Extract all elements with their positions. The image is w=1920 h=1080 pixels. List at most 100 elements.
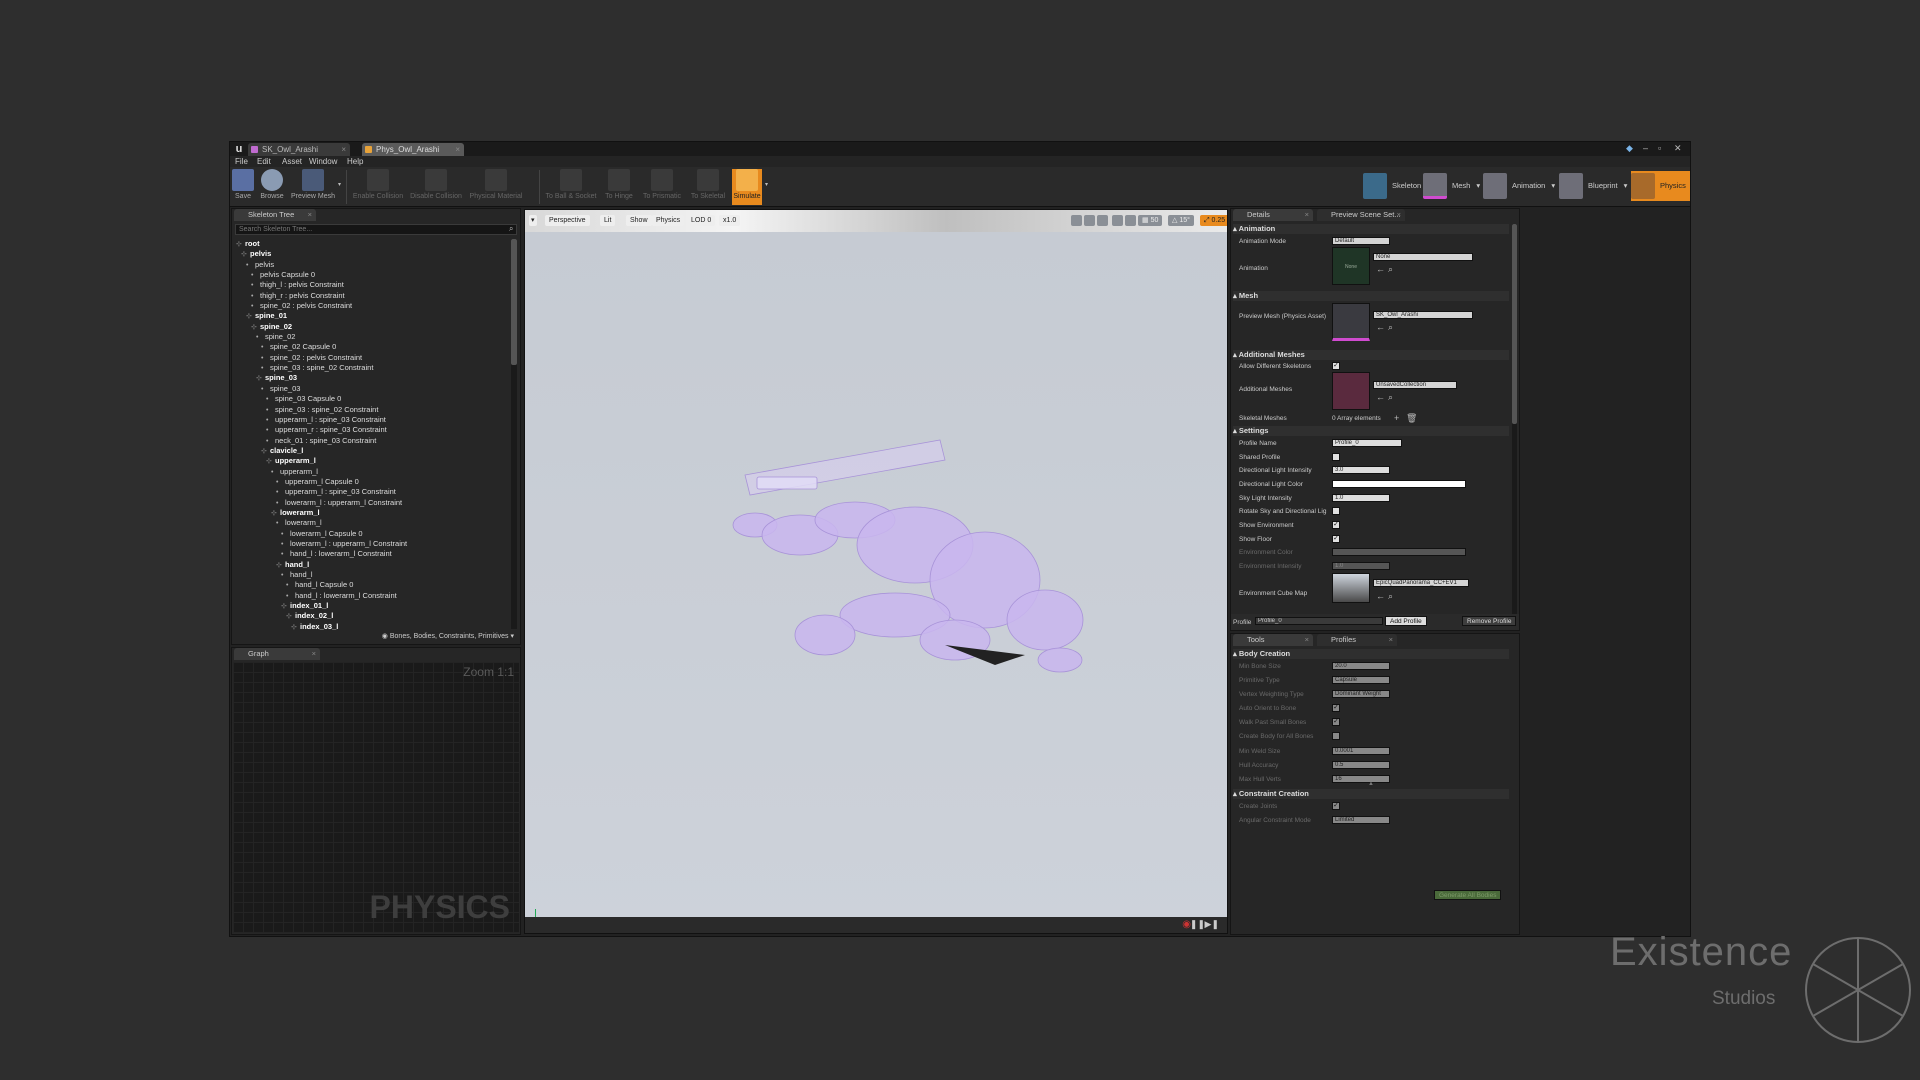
add-profile-button[interactable]: Add Profile bbox=[1385, 616, 1427, 626]
menu-window[interactable]: Window bbox=[309, 157, 337, 166]
profile-dropdown[interactable]: Profile_0 bbox=[1255, 617, 1383, 625]
character-physics-preview[interactable] bbox=[705, 430, 1145, 680]
sky-light-intensity-input[interactable]: 1.0 bbox=[1332, 494, 1390, 502]
tab-physics-asset[interactable]: Phys_Owl_Arashi × bbox=[362, 143, 464, 156]
tree-item[interactable]: • spine_03 : spine_02 Constraint bbox=[236, 405, 518, 415]
skeleton-search-input[interactable]: Search Skeleton Tree... bbox=[235, 224, 517, 235]
tree-item[interactable]: ⊹ clavicle_l bbox=[236, 446, 518, 456]
close-icon[interactable]: × bbox=[1305, 209, 1309, 221]
tree-item[interactable]: • upperarm_r : spine_03 Constraint bbox=[236, 425, 518, 435]
menu-file[interactable]: File bbox=[235, 157, 248, 166]
feedback-icon[interactable]: ◆ bbox=[1626, 142, 1633, 154]
trash-icon[interactable]: 🗑 bbox=[1406, 412, 1417, 424]
scrollbar-thumb[interactable] bbox=[1512, 224, 1517, 424]
scale-icon[interactable] bbox=[1097, 215, 1108, 226]
tree-item[interactable]: • spine_03 bbox=[236, 384, 518, 394]
animation-mode-dropdown[interactable]: Default bbox=[1332, 237, 1390, 245]
tree-item[interactable]: ⊹ index_03_l bbox=[236, 622, 518, 632]
tree-item[interactable]: ⊹ pelvis bbox=[236, 249, 518, 259]
angle-snap-button[interactable]: △ 15° bbox=[1168, 215, 1194, 226]
tree-item[interactable]: • hand_l : lowerarm_l Constraint bbox=[236, 549, 518, 559]
animation-asset-dropdown[interactable]: None bbox=[1373, 253, 1473, 261]
preview-mesh-button[interactable]: Preview Mesh bbox=[290, 169, 336, 205]
menu-help[interactable]: Help bbox=[347, 157, 363, 166]
dropdown-arrow-icon[interactable]: ▾ bbox=[338, 179, 341, 191]
tree-item[interactable]: ⊹ index_01_l bbox=[236, 601, 518, 611]
close-window-icon[interactable]: ✕ bbox=[1674, 142, 1682, 154]
step-forward-icon[interactable]: ▶❚ bbox=[1205, 919, 1219, 930]
scrollbar[interactable] bbox=[1512, 224, 1517, 624]
use-selected-icon[interactable]: ← bbox=[1376, 321, 1385, 333]
tab-details[interactable]: Details × bbox=[1233, 209, 1313, 221]
tree-item[interactable]: • lowerarm_l Capsule 0 bbox=[236, 529, 518, 539]
tab-skeletal-mesh[interactable]: SK_Owl_Arashi × bbox=[248, 143, 350, 156]
lit-button[interactable]: Lit bbox=[600, 215, 616, 226]
directional-light-intensity-input[interactable]: 3.0 bbox=[1332, 466, 1390, 474]
mode-physics[interactable]: Physics bbox=[1631, 171, 1690, 201]
tree-item[interactable]: ⊹ spine_03 bbox=[236, 373, 518, 383]
rotate-sky-checkbox[interactable] bbox=[1332, 507, 1340, 515]
show-button[interactable]: Show bbox=[626, 215, 652, 226]
perspective-button[interactable]: Perspective bbox=[545, 215, 590, 226]
section-constraint-creation[interactable]: ▴ Constraint Creation bbox=[1233, 789, 1509, 799]
preview-mesh-dropdown[interactable]: SK_Owl_Arashi bbox=[1373, 311, 1473, 319]
save-button[interactable]: Save bbox=[232, 169, 254, 205]
playback-speed-button[interactable]: x1.0 bbox=[719, 215, 741, 226]
pause-icon[interactable]: ❚❚ bbox=[1190, 919, 1205, 930]
browse-asset-icon[interactable]: ⌕ bbox=[1388, 590, 1393, 602]
section-body-creation[interactable]: ▴ Body Creation bbox=[1233, 649, 1509, 659]
tree-item[interactable]: • upperarm_l : spine_03 Constraint bbox=[236, 487, 518, 497]
use-selected-icon[interactable]: ← bbox=[1376, 590, 1385, 602]
mode-animation[interactable]: Animation ▾ bbox=[1483, 171, 1555, 201]
additional-meshes-dropdown[interactable]: UnsavedCollection bbox=[1373, 381, 1457, 389]
physics-view-button[interactable]: Physics bbox=[652, 215, 685, 226]
profile-name-input[interactable]: Profile_0 bbox=[1332, 439, 1402, 447]
tab-preview-scene[interactable]: Preview Scene Set... × bbox=[1317, 209, 1405, 221]
scrollbar-thumb[interactable] bbox=[511, 239, 517, 365]
remove-profile-button[interactable]: Remove Profile bbox=[1462, 616, 1517, 626]
tab-profiles[interactable]: Profiles × bbox=[1317, 634, 1397, 646]
scrollbar[interactable] bbox=[511, 239, 517, 629]
tree-item[interactable]: • pelvis Capsule 0 bbox=[236, 270, 518, 280]
menu-asset[interactable]: Asset bbox=[282, 157, 302, 166]
tree-item[interactable]: • spine_02 bbox=[236, 332, 518, 342]
menu-edit[interactable]: Edit bbox=[257, 157, 271, 166]
close-icon[interactable]: × bbox=[1389, 634, 1393, 646]
tree-item[interactable]: ⊹ lowerarm_l bbox=[236, 508, 518, 518]
dropdown-arrow-icon[interactable]: ▾ bbox=[1476, 181, 1480, 190]
tab-graph[interactable]: Graph × bbox=[234, 648, 320, 660]
use-selected-icon[interactable]: ← bbox=[1376, 263, 1385, 275]
minimize-icon[interactable]: – bbox=[1643, 142, 1648, 154]
lod-button[interactable]: LOD 0 bbox=[687, 215, 716, 226]
section-additional-meshes[interactable]: ▴ Additional Meshes bbox=[1233, 350, 1509, 360]
close-icon[interactable]: × bbox=[1305, 634, 1309, 646]
tree-item[interactable]: • spine_02 : pelvis Constraint bbox=[236, 301, 518, 311]
mode-blueprint[interactable]: Blueprint ▾ bbox=[1559, 171, 1627, 201]
browse-asset-icon[interactable]: ⌕ bbox=[1388, 263, 1393, 275]
tree-item[interactable]: ⊹ index_02_l bbox=[236, 611, 518, 621]
section-settings[interactable]: ▴ Settings bbox=[1233, 426, 1509, 436]
tree-item[interactable]: • pelvis bbox=[236, 260, 518, 270]
tree-item[interactable]: ⊹ spine_02 bbox=[236, 322, 518, 332]
tree-item[interactable]: ⊹ hand_l bbox=[236, 560, 518, 570]
close-icon[interactable]: × bbox=[341, 143, 346, 156]
browse-asset-icon[interactable]: ⌕ bbox=[1388, 391, 1393, 403]
show-floor-checkbox[interactable]: ✓ bbox=[1332, 535, 1340, 543]
tab-skeleton-tree[interactable]: Skeleton Tree × bbox=[234, 209, 316, 221]
simulate-button[interactable]: Simulate bbox=[732, 169, 762, 205]
section-animation[interactable]: ▴ Animation bbox=[1233, 224, 1509, 234]
tree-item[interactable]: ⊹ spine_01 bbox=[236, 311, 518, 321]
tree-item[interactable]: • lowerarm_l : upperarm_l Constraint bbox=[236, 498, 518, 508]
filter-dropdown[interactable]: ◉ Bones, Bodies, Constraints, Primitives… bbox=[382, 632, 514, 640]
tree-item[interactable]: • upperarm_l Capsule 0 bbox=[236, 477, 518, 487]
tree-item[interactable]: ⊹ root bbox=[236, 239, 518, 249]
tree-item[interactable]: • hand_l : lowerarm_l Constraint bbox=[236, 591, 518, 601]
tree-item[interactable]: ⊹ upperarm_l bbox=[236, 456, 518, 466]
translate-icon[interactable] bbox=[1071, 215, 1082, 226]
rotate-icon[interactable] bbox=[1084, 215, 1095, 226]
maximize-icon[interactable]: ▫ bbox=[1658, 142, 1661, 154]
close-icon[interactable]: × bbox=[308, 209, 312, 221]
tree-item[interactable]: • neck_01 : spine_03 Constraint bbox=[236, 436, 518, 446]
use-selected-icon[interactable]: ← bbox=[1376, 391, 1385, 403]
tree-item[interactable]: • thigh_r : pelvis Constraint bbox=[236, 291, 518, 301]
